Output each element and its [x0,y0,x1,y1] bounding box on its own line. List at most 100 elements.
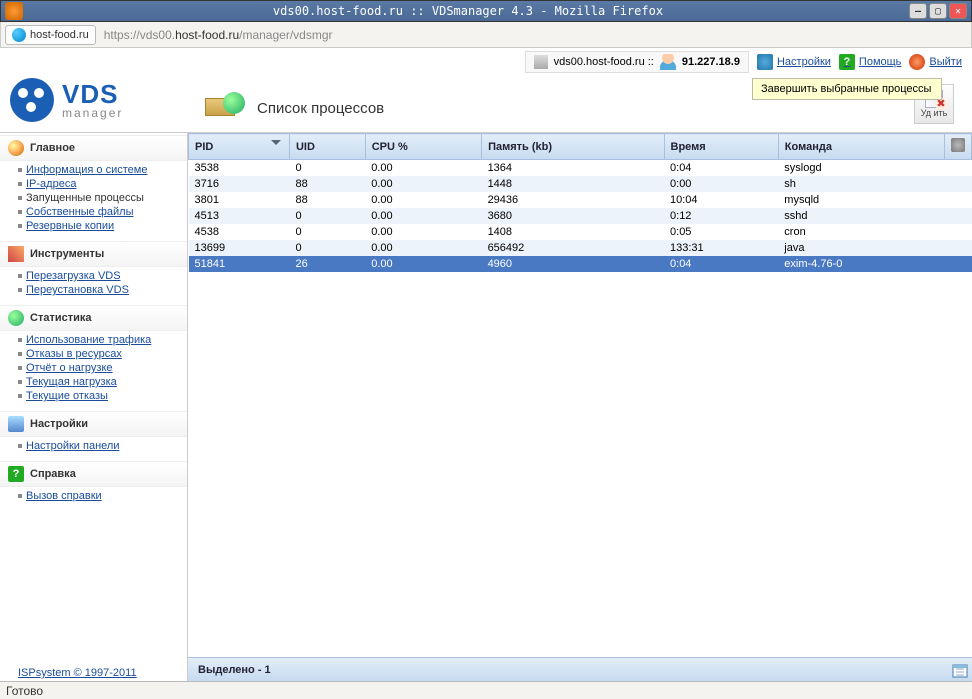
url-display[interactable]: https://vds00.host-food.ru/manager/vdsmg… [104,28,333,42]
cell-cpu: 0.00 [365,208,481,224]
cell-uid: 88 [289,192,365,208]
cell-cmd: sshd [778,208,944,224]
process-table: PIDUIDCPU %Память (kb)ВремяКоманда 35380… [188,133,972,272]
server-host: vds00.host-food.ru :: [554,56,654,68]
cell-time: 0:04 [664,160,778,177]
logo: VDS manager [10,78,123,122]
sidebar-item[interactable]: IP-адреса [18,177,187,191]
sidebar-section-main[interactable]: Главное [0,135,187,161]
table-row[interactable]: 451300.0036800:12sshd [189,208,972,224]
sidebar-item[interactable]: Отчёт о нагрузке [18,361,187,375]
sidebar-item-link[interactable]: Вызов справки [26,490,102,502]
logo-text-sub: manager [62,107,123,119]
table-row[interactable]: 453800.0014080:05cron [189,224,972,240]
tooltip: Завершить выбранные процессы [752,78,942,100]
sidebar-item-link[interactable]: Резервные копии [26,220,114,232]
sidebar-item-link[interactable]: IP-адреса [26,178,76,190]
sidebar-section-title: Главное [30,142,75,154]
sort-arrow-icon [271,140,281,150]
page-icon [205,88,245,128]
sidebar-item-link[interactable]: Отказы в ресурсах [26,348,122,360]
cell-time: 0:04 [664,256,778,272]
cell-cmd: java [778,240,944,256]
column-header[interactable]: UID [289,134,365,160]
sidebar-item[interactable]: Резервные копии [18,219,187,233]
sidebar-item-link[interactable]: Запущенные процессы [26,192,144,204]
sidebar-item[interactable]: Запущенные процессы [18,191,187,205]
cfg-icon [8,416,24,432]
cell-mem: 656492 [482,240,664,256]
cell-cpu: 0.00 [365,240,481,256]
bullet-icon [18,182,22,186]
sidebar-item[interactable]: Вызов справки [18,489,187,503]
bullet-icon [18,444,22,448]
sidebar-section-tools[interactable]: Инструменты [0,241,187,267]
column-header[interactable]: PID [189,134,290,160]
bullet-icon [18,352,22,356]
sidebar-item-link[interactable]: Информация о системе [26,164,147,176]
table-row[interactable]: 1369900.00656492133:31java [189,240,972,256]
cell-uid: 88 [289,176,365,192]
table-row[interactable]: 51841260.0049600:04exim-4.76-0 [189,256,972,272]
column-settings-header[interactable] [945,134,972,160]
sidebar-item-link[interactable]: Собственные файлы [26,206,133,218]
column-header[interactable]: CPU % [365,134,481,160]
minimize-button[interactable]: – [909,3,927,19]
window-title: vds00.host-food.ru :: VDSmanager 4.3 - M… [27,4,909,18]
cell-uid: 26 [289,256,365,272]
cell-time: 0:12 [664,208,778,224]
user-icon [660,54,676,70]
cell-pid: 4538 [189,224,290,240]
server-info: vds00.host-food.ru :: 91.227.18.9 [525,51,749,73]
sidebar-item-link[interactable]: Использование трафика [26,334,151,346]
cell-uid: 0 [289,160,365,177]
sidebar-item[interactable]: Текущая нагрузка [18,375,187,389]
column-header[interactable]: Время [664,134,778,160]
close-button[interactable]: ✕ [949,3,967,19]
sidebar-item[interactable]: Настройки панели [18,439,187,453]
server-icon [534,55,548,69]
gear-icon [951,138,965,152]
column-header[interactable]: Память (kb) [482,134,664,160]
settings-link[interactable]: Настройки [757,54,831,70]
configure-columns-icon[interactable] [952,663,968,679]
column-header[interactable]: Команда [778,134,944,160]
cell-time: 0:00 [664,176,778,192]
selection-status: Выделено - 1 [188,657,972,681]
sidebar-section-title: Справка [30,468,76,480]
sidebar-item-link[interactable]: Перезагрузка VDS [26,270,121,282]
exit-link[interactable]: Выйти [909,54,962,70]
sidebar-item[interactable]: Собственные файлы [18,205,187,219]
globe-icon [12,28,26,42]
table-row[interactable]: 3801880.002943610:04mysqld [189,192,972,208]
cell-cpu: 0.00 [365,192,481,208]
table-row[interactable]: 3716880.0014480:00sh [189,176,972,192]
sidebar-item-link[interactable]: Текущие отказы [26,390,108,402]
sidebar-item-link[interactable]: Отчёт о нагрузке [26,362,113,374]
cell-cmd: syslogd [778,160,944,177]
table-row[interactable]: 353800.0013640:04syslogd [189,160,972,177]
help-link[interactable]: ?Помощь [839,54,902,70]
process-table-wrap[interactable]: PIDUIDCPU %Память (kb)ВремяКоманда 35380… [188,133,972,657]
sidebar-item[interactable]: Переустановка VDS [18,283,187,297]
sidebar-item[interactable]: Текущие отказы [18,389,187,403]
sidebar-item[interactable]: Использование трафика [18,333,187,347]
sidebar-item[interactable]: Информация о системе [18,163,187,177]
cell-pid: 4513 [189,208,290,224]
site-identity-button[interactable]: host-food.ru [5,25,96,45]
bullet-icon [18,288,22,292]
sidebar-item[interactable]: Перезагрузка VDS [18,269,187,283]
cell-mem: 1364 [482,160,664,177]
sidebar-section-hlp[interactable]: ?Справка [0,461,187,487]
sidebar-section-stats[interactable]: Статистика [0,305,187,331]
copyright-link[interactable]: ISPsystem © 1997-2011 [18,667,137,679]
maximize-button[interactable]: ▢ [929,3,947,19]
sidebar-item-link[interactable]: Текущая нагрузка [26,376,117,388]
cell-mem: 3680 [482,208,664,224]
bullet-icon [18,394,22,398]
sidebar-item-link[interactable]: Настройки панели [26,440,119,452]
sidebar-item-link[interactable]: Переустановка VDS [26,284,129,296]
sidebar-item[interactable]: Отказы в ресурсах [18,347,187,361]
content-area: PIDUIDCPU %Память (kb)ВремяКоманда 35380… [188,133,972,681]
sidebar-section-cfg[interactable]: Настройки [0,411,187,437]
